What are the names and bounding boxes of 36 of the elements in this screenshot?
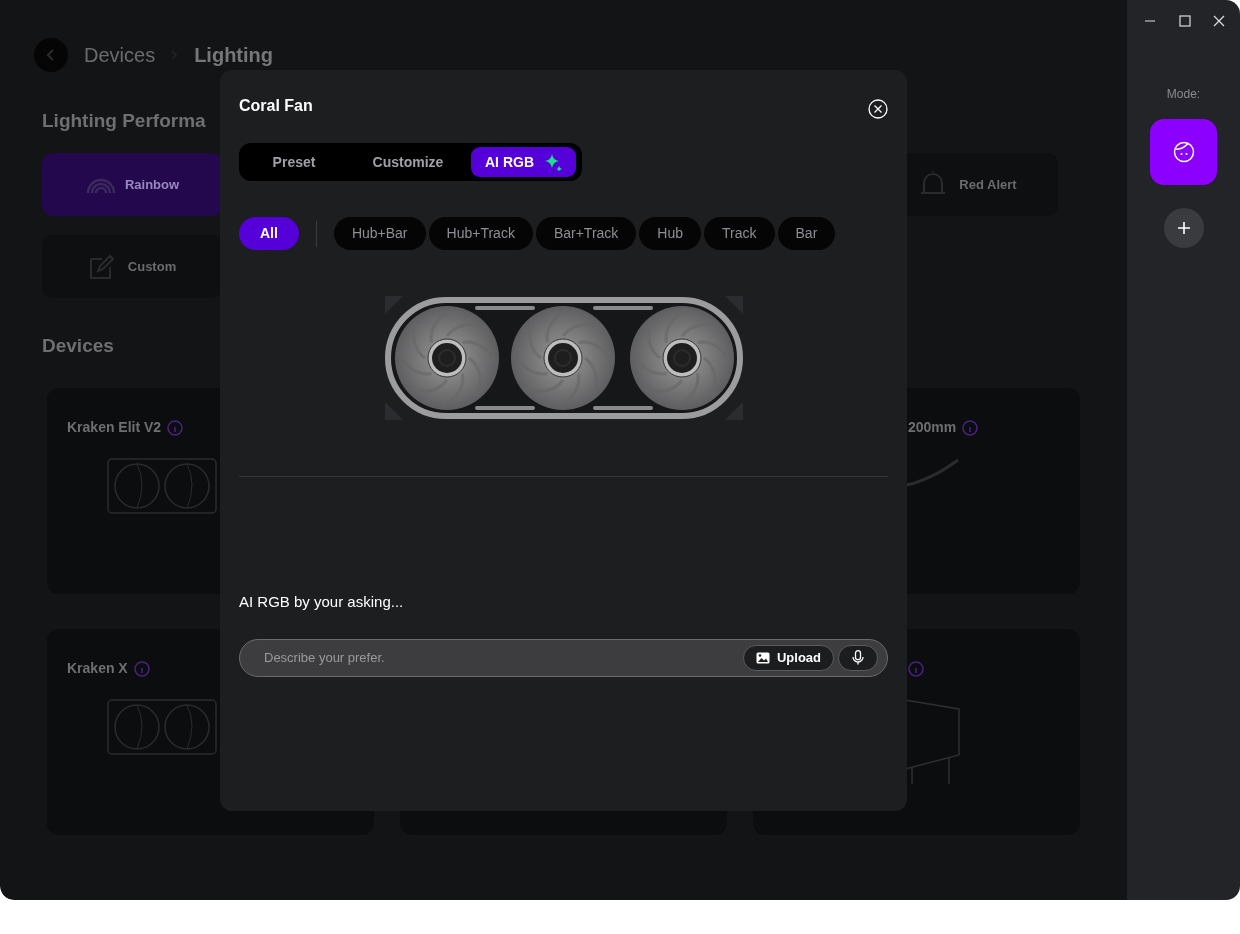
filter-chip[interactable]: Hub: [639, 217, 702, 250]
device-name: Kraken Elit V2: [67, 418, 162, 438]
image-icon: [755, 651, 770, 664]
filter-chip[interactable]: Bar+Track: [535, 217, 637, 250]
microphone-button[interactable]: [838, 644, 878, 671]
prompt-label: AI RGB by your asking...: [239, 592, 405, 612]
breadcrumb-item[interactable]: Devices: [84, 40, 156, 70]
filter-chip[interactable]: Track: [704, 217, 775, 250]
filter-chip[interactable]: All: [239, 217, 299, 250]
tab[interactable]: Preset: [243, 147, 345, 177]
dialog-title: Coral Fan: [239, 96, 313, 116]
section-title: Lighting Performa: [42, 110, 207, 133]
smiley-icon: [1172, 141, 1195, 163]
maximize-icon: [1178, 15, 1191, 27]
microphone-icon: [852, 650, 864, 665]
chevron-left-icon: [45, 48, 57, 62]
tab[interactable]: Customize: [345, 147, 471, 177]
close-icon: [868, 98, 888, 119]
plus-icon: [1176, 221, 1191, 235]
breadcrumb-item: Lighting: [194, 43, 273, 68]
effect-card[interactable]: Rainbow: [42, 152, 222, 216]
filter-chip[interactable]: Bar: [777, 217, 836, 250]
close-button[interactable]: [868, 96, 888, 116]
close-icon: [1213, 15, 1225, 27]
mode-label: Mode:: [1166, 86, 1201, 103]
effect-card[interactable]: Custom: [42, 234, 222, 298]
add-button[interactable]: [1163, 208, 1204, 248]
upload-button[interactable]: Upload: [742, 644, 834, 671]
device-name: 200mm: [908, 418, 957, 438]
filter-chip[interactable]: Hub+Track: [428, 217, 533, 250]
section-title: Devices: [42, 334, 115, 358]
prompt-field[interactable]: Describe your prefer. Upload: [239, 638, 888, 677]
filter-chip[interactable]: Hub+Bar: [333, 217, 426, 250]
device-name: Kraken X: [67, 659, 128, 679]
tab[interactable]: AI RGB: [471, 147, 576, 177]
mode-button[interactable]: [1150, 119, 1217, 185]
